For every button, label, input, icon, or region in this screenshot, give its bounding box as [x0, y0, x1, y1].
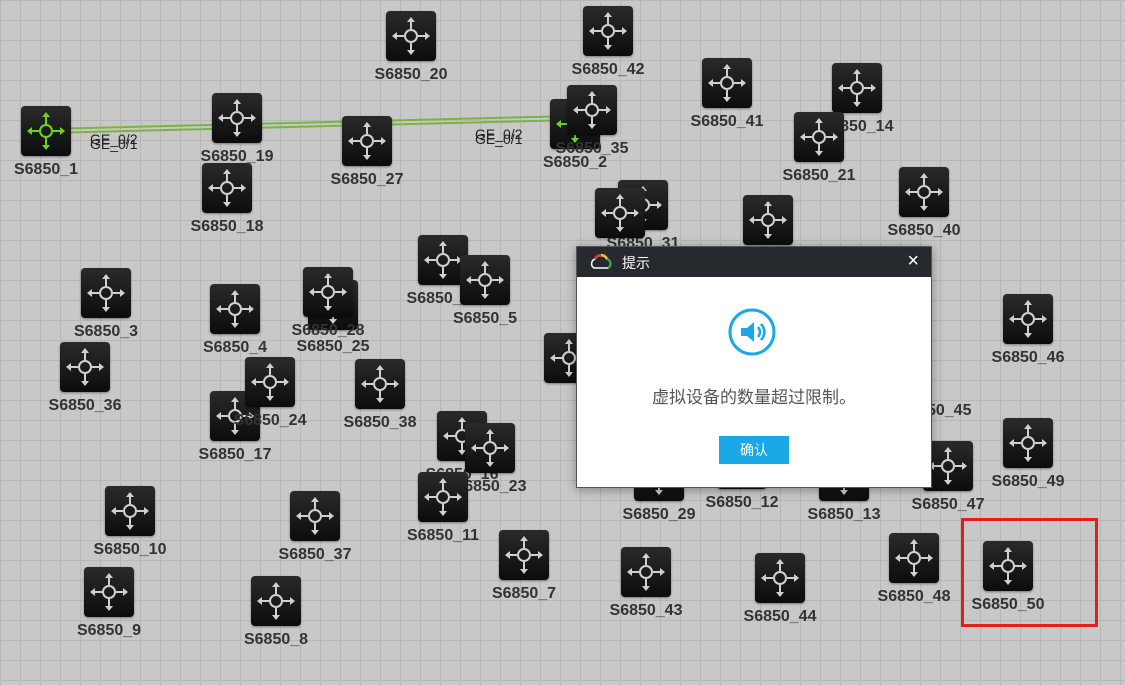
device-node-s6850-42[interactable]: S6850_42 [572, 6, 644, 78]
device-node-s6850-10[interactable]: S6850_10 [94, 486, 166, 558]
device-node-s6850-40[interactable]: S6850_40 [888, 167, 960, 239]
device-node-s6850-44[interactable]: S6850_44 [744, 553, 816, 625]
device-node-s6850-38[interactable]: S6850_38 [344, 359, 416, 431]
device-node-s6850-21[interactable]: S6850_21 [783, 112, 855, 184]
device-node-s6850-37[interactable]: S6850_37 [279, 491, 351, 563]
switch-icon [621, 547, 671, 597]
device-node-s6850-16[interactable]: S6850_16 [426, 411, 498, 483]
device-node-s6850-20[interactable]: S6850_20 [375, 11, 447, 83]
device-node-s6850-36[interactable]: S6850_36 [49, 342, 121, 414]
device-node-hidden[interactable] [743, 195, 793, 245]
switch-icon [832, 63, 882, 113]
link-port-label: GE_0/1 [475, 131, 523, 147]
switch-icon [251, 576, 301, 626]
switch-icon [583, 6, 633, 56]
switch-icon [245, 357, 295, 407]
switch-icon [460, 255, 510, 305]
switch-icon [595, 188, 645, 238]
device-node-s6850-5[interactable]: S6850_5 [453, 255, 517, 327]
switch-icon [210, 284, 260, 334]
device-node-s6850-43[interactable]: S6850_43 [610, 547, 682, 619]
device-node-partial[interactable] [544, 333, 594, 383]
topology-canvas[interactable]: GE_0/2 GE_0/1 GE_0/2 GE_0/1 S6850_1 S685… [0, 0, 1125, 685]
switch-icon [202, 163, 252, 213]
dialog-titlebar: 提示 × [577, 247, 931, 277]
device-node-s6850-49[interactable]: S6850_49 [992, 418, 1064, 490]
switch-icon [303, 267, 353, 317]
switch-icon [1003, 418, 1053, 468]
switch-icon [794, 112, 844, 162]
alert-dialog: 提示 × 虚拟设备的数量超过限制。 确认 [576, 246, 932, 488]
device-node-s6850-27[interactable]: S6850_27 [331, 116, 403, 188]
close-icon[interactable]: × [907, 250, 919, 273]
device-node-s6850-46[interactable]: S6850_46 [992, 294, 1064, 366]
switch-icon [889, 533, 939, 583]
device-node-s6850-19[interactable]: S6850_19 [201, 93, 273, 165]
switch-icon [499, 530, 549, 580]
switch-icon [899, 167, 949, 217]
device-node-overlap[interactable] [595, 188, 645, 238]
switch-icon [702, 58, 752, 108]
device-node-s6850-26[interactable]: S6850_26 [407, 235, 479, 307]
device-node-s6850-11[interactable]: S6850_11 [407, 472, 479, 544]
switch-icon [105, 486, 155, 536]
dialog-message: 虚拟设备的数量超过限制。 [652, 388, 856, 407]
highlight-box [961, 518, 1098, 627]
device-node-s6850-35[interactable]: S6850_35 [556, 85, 628, 157]
speaker-icon [728, 308, 776, 356]
dialog-title: 提示 [622, 255, 650, 271]
switch-icon [212, 93, 262, 143]
switch-icon [290, 491, 340, 541]
device-node-s6850-18[interactable]: S6850_18 [191, 163, 263, 235]
switch-icon [465, 423, 515, 473]
switch-icon [418, 472, 468, 522]
device-node-s6850-23[interactable]: S6850_23 [454, 423, 526, 495]
switch-icon [355, 359, 405, 409]
device-node-s6850-3[interactable]: S6850_3 [74, 268, 138, 340]
cloud-logo-icon [590, 253, 612, 270]
switch-icon [84, 567, 134, 617]
device-node-s6850-48[interactable]: S6850_48 [878, 533, 950, 605]
switch-icon [567, 85, 617, 135]
device-node-s6850-7[interactable]: S6850_7 [492, 530, 556, 602]
device-node-s6850-47[interactable]: S6850_47 [912, 441, 984, 513]
switch-icon [60, 342, 110, 392]
device-node-s6850-9[interactable]: S6850_9 [77, 567, 141, 639]
switch-icon [81, 268, 131, 318]
link-port-label: GE_0/1 [90, 136, 138, 152]
device-node-s6850-8[interactable]: S6850_8 [244, 576, 308, 648]
confirm-button[interactable]: 确认 [719, 436, 789, 464]
device-node-s6850-28[interactable]: S6850_28 [292, 267, 364, 339]
switch-icon [21, 106, 71, 156]
device-node-s6850-1[interactable]: S6850_1 [14, 106, 78, 178]
switch-icon [755, 553, 805, 603]
switch-icon [743, 195, 793, 245]
switch-icon [342, 116, 392, 166]
device-node-s6850-4[interactable]: S6850_4 [203, 284, 267, 356]
switch-icon [1003, 294, 1053, 344]
device-node-s6850-41[interactable]: S6850_41 [691, 58, 763, 130]
switch-icon [386, 11, 436, 61]
device-node-s6850-14[interactable]: S6850_14 [821, 63, 893, 135]
device-node-s6850-24[interactable]: S6850_24 [234, 357, 306, 429]
